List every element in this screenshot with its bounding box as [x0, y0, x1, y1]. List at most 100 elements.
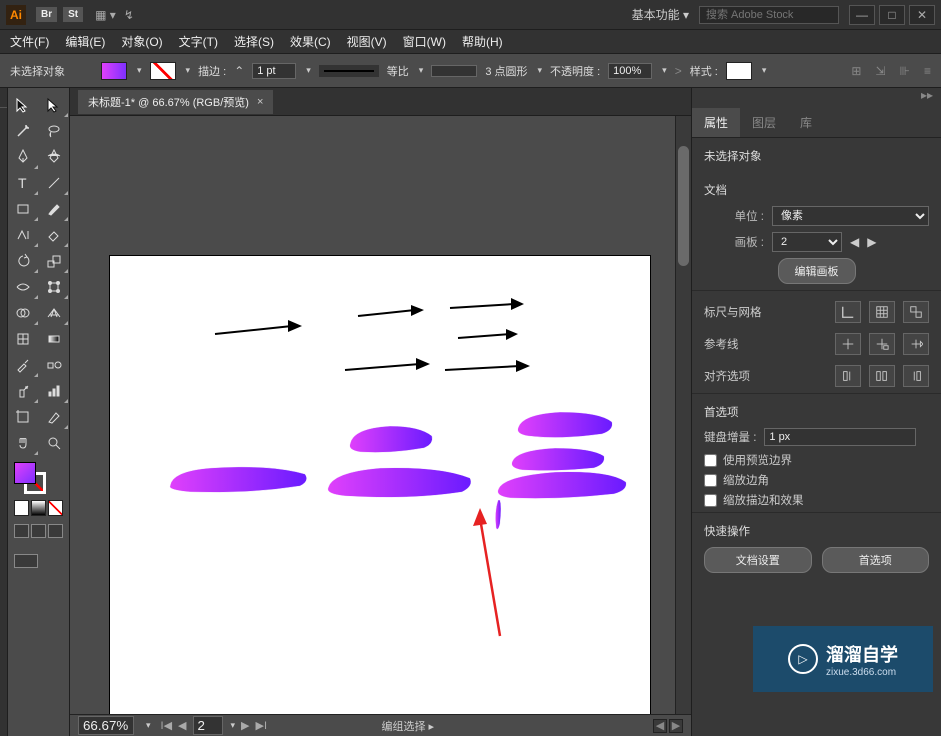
gradient-tool[interactable]: [39, 326, 70, 352]
type-tool[interactable]: T: [8, 170, 39, 196]
search-input[interactable]: [699, 6, 839, 24]
unit-select[interactable]: 像素: [772, 206, 929, 226]
perspective-grid-tool[interactable]: [39, 300, 70, 326]
graph-tool[interactable]: [39, 378, 70, 404]
snap-icon[interactable]: ⊪: [900, 64, 910, 78]
edit-artboards-button[interactable]: 编辑画板: [778, 258, 856, 284]
zoom-input[interactable]: [78, 716, 134, 735]
tab-properties[interactable]: 属性: [692, 108, 740, 137]
snap-point-icon[interactable]: [869, 365, 895, 387]
arrange-docs-icon[interactable]: ▦ ▾: [95, 8, 116, 22]
artboard-select[interactable]: 2: [772, 232, 842, 252]
close-button[interactable]: ✕: [909, 5, 935, 25]
preferences-button[interactable]: 首选项: [822, 547, 930, 573]
shaper-tool[interactable]: [8, 222, 39, 248]
doc-setup-button[interactable]: 文档设置: [704, 547, 812, 573]
slice-tool[interactable]: [39, 404, 70, 430]
hscroll-left-icon[interactable]: ◀: [653, 719, 667, 733]
scale-stroke-effects-check[interactable]: 缩放描边和效果: [704, 492, 929, 508]
menu-file[interactable]: 文件(F): [10, 33, 49, 50]
next-artboard-icon[interactable]: ▶: [867, 235, 876, 249]
style-swatch[interactable]: [726, 62, 752, 80]
keyboard-increment-input[interactable]: [764, 428, 916, 446]
symbol-sprayer-tool[interactable]: [8, 378, 39, 404]
eyedropper-tool[interactable]: [8, 352, 39, 378]
snap-pixel-icon[interactable]: [835, 365, 861, 387]
gpu-icon[interactable]: ↯: [124, 8, 134, 22]
grid-icon[interactable]: [869, 301, 895, 323]
menu-effect[interactable]: 效果(C): [290, 33, 331, 50]
tab-layers[interactable]: 图层: [740, 108, 788, 137]
rotate-tool[interactable]: [8, 248, 39, 274]
blend-tool[interactable]: [39, 352, 70, 378]
line-tool[interactable]: [39, 170, 70, 196]
menu-select[interactable]: 选择(S): [234, 33, 274, 50]
stock-button[interactable]: St: [63, 7, 83, 22]
rectangle-tool[interactable]: [8, 196, 39, 222]
stroke-weight-dropdown[interactable]: ▾: [306, 65, 311, 76]
stroke-profile-preview[interactable]: [319, 65, 379, 77]
menu-view[interactable]: 视图(V): [347, 33, 387, 50]
snap-grid-icon[interactable]: [903, 365, 929, 387]
status-mode[interactable]: 编组选择 ▸: [381, 718, 434, 734]
workspace-switcher[interactable]: 基本功能 ▾: [632, 6, 689, 23]
smart-guides-icon[interactable]: [903, 333, 929, 355]
zoom-tool[interactable]: [39, 430, 70, 456]
draw-normal[interactable]: [14, 524, 29, 538]
prev-artboard-nav-icon[interactable]: ◀: [178, 719, 186, 732]
brush-preview[interactable]: [431, 65, 477, 77]
menu-edit[interactable]: 编辑(E): [65, 33, 105, 50]
next-artboard-nav-icon[interactable]: ▶: [241, 719, 249, 732]
artboard-tool[interactable]: [8, 404, 39, 430]
fill-swatch[interactable]: [101, 62, 127, 80]
uniform-label[interactable]: 等比: [387, 63, 409, 79]
panel-collapse-icon[interactable]: ▸▸: [692, 88, 941, 108]
menu-type[interactable]: 文字(T): [179, 33, 218, 50]
document-tab[interactable]: 未标题-1* @ 66.67% (RGB/预览) ×: [78, 90, 273, 114]
scale-corners-check[interactable]: 缩放边角: [704, 472, 929, 488]
draw-behind[interactable]: [31, 524, 46, 538]
artboard[interactable]: [110, 256, 650, 736]
profile-label[interactable]: 3 点圆形: [485, 63, 527, 79]
menu-icon[interactable]: ≡: [924, 64, 931, 78]
stroke-swatch[interactable]: [150, 62, 176, 80]
canvas-viewport[interactable]: [70, 116, 691, 736]
last-artboard-icon[interactable]: ▶I: [256, 719, 268, 732]
artboard-nav-input[interactable]: [193, 716, 223, 735]
ruler-icon[interactable]: [835, 301, 861, 323]
guides-show-icon[interactable]: [835, 333, 861, 355]
opacity-input[interactable]: [608, 63, 652, 79]
guides-lock-icon[interactable]: [869, 333, 895, 355]
close-tab-icon[interactable]: ×: [257, 96, 263, 108]
bridge-button[interactable]: Br: [36, 7, 57, 22]
stroke-dropdown-icon[interactable]: ▾: [186, 65, 191, 76]
curvature-tool[interactable]: [39, 144, 70, 170]
screen-mode[interactable]: [14, 554, 38, 568]
transform-icon[interactable]: ⇲: [875, 64, 885, 78]
color-mode-solid[interactable]: [14, 500, 29, 516]
use-preview-bounds-check[interactable]: 使用预览边界: [704, 452, 929, 468]
align-icon[interactable]: ⊞: [851, 64, 861, 78]
fill-stroke-indicator[interactable]: [8, 456, 69, 500]
vertical-scrollbar[interactable]: [675, 116, 691, 718]
draw-inside[interactable]: [48, 524, 63, 538]
direct-selection-tool[interactable]: [39, 92, 70, 118]
menu-window[interactable]: 窗口(W): [403, 33, 446, 50]
first-artboard-icon[interactable]: I◀: [161, 719, 173, 732]
minimize-button[interactable]: ―: [849, 5, 875, 25]
selection-tool[interactable]: [8, 92, 39, 118]
paintbrush-tool[interactable]: [39, 196, 70, 222]
magic-wand-tool[interactable]: [8, 118, 39, 144]
shape-builder-tool[interactable]: [8, 300, 39, 326]
scale-tool[interactable]: [39, 248, 70, 274]
pen-tool[interactable]: [8, 144, 39, 170]
width-tool[interactable]: [8, 274, 39, 300]
fill-indicator[interactable]: [14, 462, 36, 484]
left-collapsed-panel[interactable]: [0, 88, 8, 736]
fill-dropdown-icon[interactable]: ▾: [137, 65, 142, 76]
mesh-tool[interactable]: [8, 326, 39, 352]
prev-artboard-icon[interactable]: ◀: [850, 235, 859, 249]
lasso-tool[interactable]: [39, 118, 70, 144]
menu-help[interactable]: 帮助(H): [462, 33, 503, 50]
tab-libraries[interactable]: 库: [788, 108, 824, 137]
